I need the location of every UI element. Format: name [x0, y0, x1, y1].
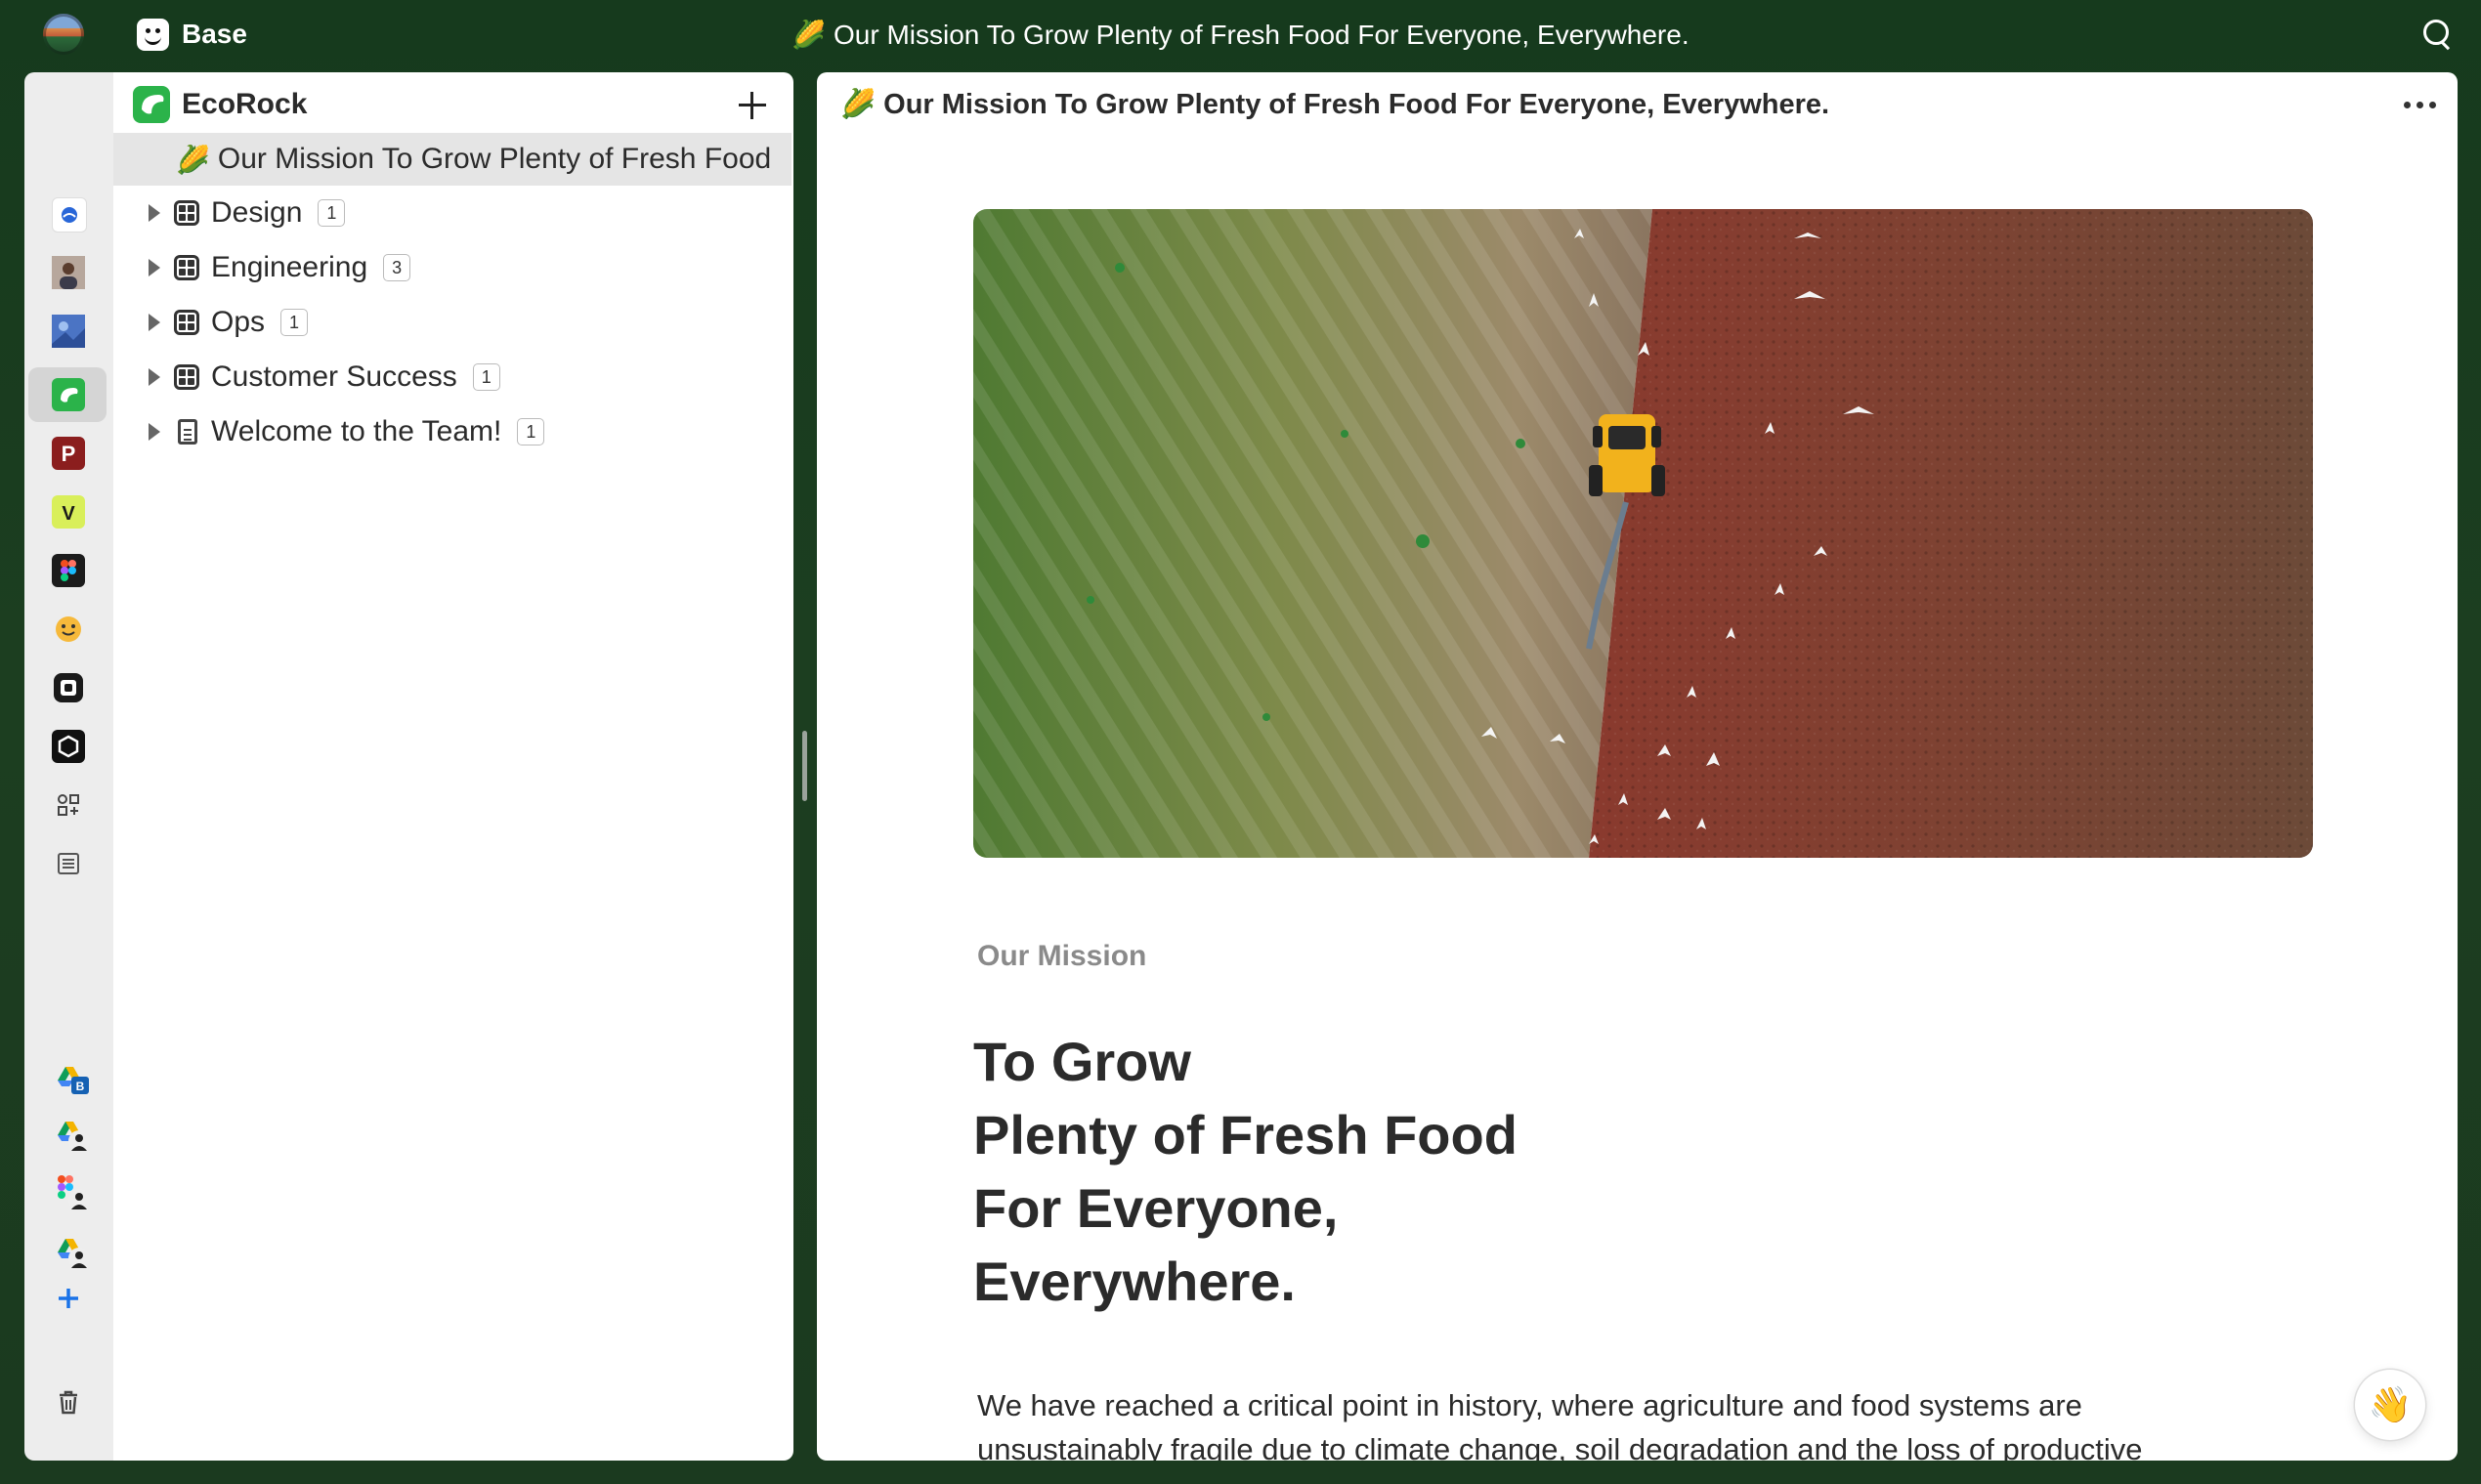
add-page-button[interactable] [735, 88, 770, 123]
grid-icon [174, 255, 199, 280]
expand-caret-icon[interactable] [149, 314, 160, 331]
tree-item-ops[interactable]: Ops 1 [113, 296, 793, 349]
document-icon [178, 419, 197, 445]
capture-icon[interactable] [52, 671, 85, 704]
expand-caret-icon[interactable] [149, 259, 160, 276]
trash-icon[interactable] [52, 1385, 85, 1419]
page-tree-sidebar: EcoRock 🌽 Our Mission To Grow Plenty of … [113, 72, 793, 1461]
search-icon[interactable] [2423, 20, 2449, 45]
drive-person-icon[interactable] [50, 1112, 93, 1155]
count-badge: 1 [517, 418, 545, 445]
drive-b-label: B [76, 1080, 85, 1093]
grid-icon [174, 364, 199, 390]
count-badge: 3 [383, 254, 411, 281]
headline-line: To Grow [973, 1031, 1191, 1092]
ecorock-icon[interactable] [52, 378, 85, 411]
document-pane: 🌽 Our Mission To Grow Plenty of Fresh Fo… [817, 72, 2458, 1461]
grid-icon [174, 200, 199, 226]
add-connection-icon[interactable] [52, 1282, 85, 1315]
wave-button[interactable]: 👋 [2355, 1370, 2425, 1440]
headline-line: For Everyone, [973, 1177, 1339, 1239]
expand-caret-icon[interactable] [149, 368, 160, 386]
p-icon-label: P [62, 442, 76, 466]
apps-icon[interactable] [52, 788, 85, 822]
sidebar-resize-handle[interactable] [802, 731, 807, 801]
tree-item-label: Ops [211, 306, 266, 338]
figma-icon[interactable] [52, 554, 85, 587]
drive-person-2-icon[interactable] [50, 1229, 93, 1272]
expand-caret-icon[interactable] [149, 423, 160, 441]
headline-line: Everywhere. [973, 1251, 1296, 1312]
headline-line: Plenty of Fresh Food [973, 1104, 1518, 1166]
avatar-icon[interactable] [52, 256, 85, 289]
tree-item-welcome[interactable]: Welcome to the Team! 1 [113, 405, 793, 458]
count-badge: 1 [280, 309, 309, 336]
tree-item-customer-success[interactable]: Customer Success 1 [113, 351, 793, 403]
figma-person-icon[interactable] [50, 1170, 93, 1213]
photo-icon[interactable] [52, 315, 85, 348]
drive-b-icon[interactable]: B [50, 1055, 93, 1098]
more-options-icon[interactable] [2404, 102, 2437, 109]
p-icon[interactable]: P [52, 437, 85, 470]
body-paragraph: We have reached a critical point in hist… [977, 1388, 2143, 1461]
document-headline: To Grow Plenty of Fresh Food For Everyon… [973, 1025, 1518, 1318]
confluence-icon[interactable] [52, 197, 87, 233]
v-icon-label: V [62, 503, 75, 525]
list-icon[interactable] [52, 847, 85, 880]
section-subtitle: Our Mission [977, 940, 1147, 972]
emoji-icon[interactable] [52, 613, 85, 646]
expand-caret-icon[interactable] [149, 204, 160, 222]
tree-item-label: Customer Success [211, 360, 457, 393]
corn-emoji-icon: 🌽 [176, 144, 210, 175]
tree-item-label: Our Mission To Grow Plenty of Fresh Food [217, 143, 772, 175]
cover-image [973, 209, 2313, 858]
tree-item-label: Engineering [211, 251, 368, 283]
tree-item-design[interactable]: Design 1 [113, 187, 793, 239]
title-bar: Base 🌽 Our Mission To Grow Plenty of Fre… [0, 0, 2481, 70]
tree-item-label: Welcome to the Team! [211, 415, 502, 447]
tree-item-label: Design [211, 196, 303, 229]
workspace-name[interactable]: EcoRock [182, 88, 307, 121]
window-title: 🌽 Our Mission To Grow Plenty of Fresh Fo… [791, 20, 1690, 50]
hexagon-icon[interactable] [52, 730, 85, 763]
app-rail: P V B [24, 72, 113, 1461]
grid-icon [174, 310, 199, 335]
count-badge: 1 [472, 363, 500, 391]
tree-item-engineering[interactable]: Engineering 3 [113, 241, 793, 294]
tree-item-our-mission[interactable]: 🌽 Our Mission To Grow Plenty of Fresh Fo… [113, 133, 791, 186]
v-icon[interactable]: V [52, 495, 85, 529]
document-header-title: 🌽 Our Mission To Grow Plenty of Fresh Fo… [840, 89, 1830, 120]
count-badge: 1 [318, 199, 346, 227]
workspace-logo-icon [133, 86, 170, 123]
